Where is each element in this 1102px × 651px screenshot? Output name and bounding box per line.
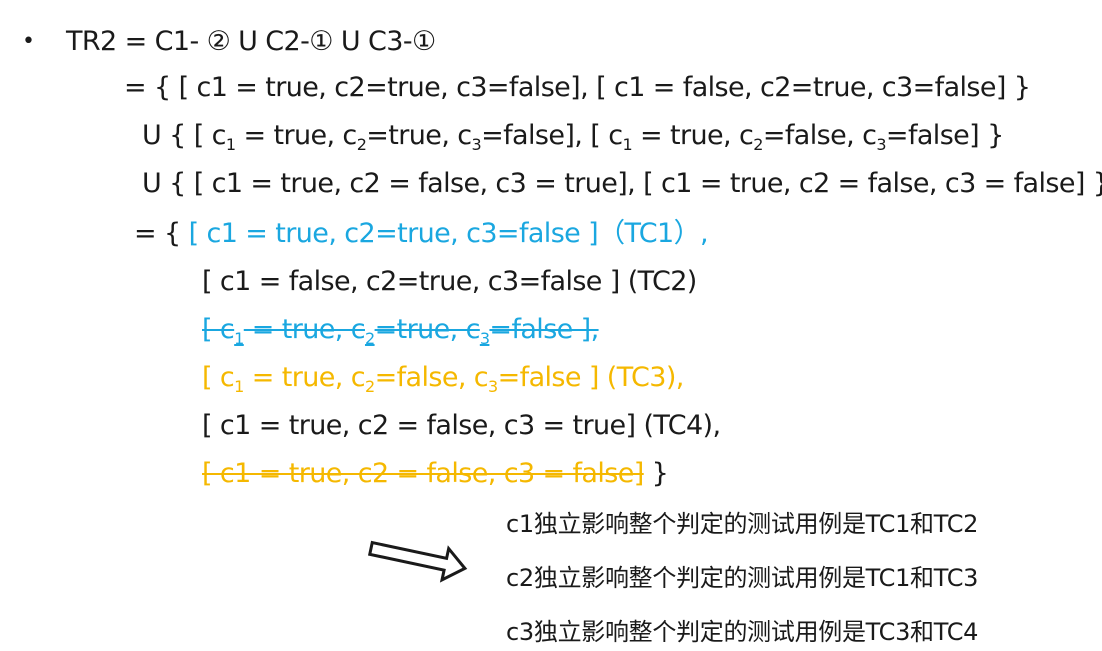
text-segment: U { [ c [142,120,226,151]
subscript: 3 [471,135,482,154]
subscript: 1 [622,135,633,154]
conclusion-c3: c3独立影响整个判定的测试用例是TC3和TC4 [506,618,979,646]
tc2-case: [ c1 = false, c2=true, c3=false ] (TC2) [202,266,697,297]
struck-case: [ c1 = true, c2 = false, c3 = false] [202,458,644,489]
text-segment: = true, c [243,314,366,345]
c3-set-line: U { [ c1 = true, c2 = false, c3 = true],… [142,168,1102,199]
duplicate-case-struck: [ c1 = true, c2=true, c3=false ], [202,312,599,348]
tc3-case: [ c1 = true, c2=false, c3=false ] (TC3), [202,360,684,396]
text-segment: = true, c [243,362,366,393]
text-segment: =false, c [374,362,489,393]
text-segment: = true, c [632,120,754,151]
text-segment: =false] } [885,120,1004,151]
duplicate-case-struck-orange: [ c1 = true, c2 = false, c3 = false] } [202,456,669,492]
text-segment: = true, c [235,120,357,151]
subscript: 2 [356,135,367,154]
conclusion-c1: c1独立影响整个判定的测试用例是TC1和TC2 [506,510,979,538]
right-arrow-icon [367,540,468,583]
subscript: 2 [364,377,375,396]
subscript: 1 [234,377,244,396]
equals-brace: = { [134,218,189,249]
subscript: 3 [479,329,490,348]
text-segment: [ c [202,362,235,393]
bullet-point: • [22,29,35,54]
subscript: 2 [364,329,375,348]
tc1-case: [ c1 = true, c2=true, c3=false ]（TC1）, [188,218,709,249]
text-segment: =true, c [374,314,481,345]
tr2-definition-line: TR2 = C1- ② U C2-① U C3-① [66,26,436,57]
closing-brace: } [643,458,669,489]
subscript: 3 [876,135,886,154]
text-segment: =true, c [366,120,472,151]
tc4-case: [ c1 = true, c2 = false, c3 = true] (TC4… [202,410,721,441]
subscript: 3 [488,377,498,396]
text-segment: =false], [ c [481,120,623,151]
text-segment: =false ] (TC3), [497,362,685,393]
union-result-line: = { [ c1 = true, c2=true, c3=false ]（TC1… [134,216,709,252]
subscript: 2 [753,135,763,154]
conclusion-c2: c2独立影响整个判定的测试用例是TC1和TC3 [506,564,979,592]
text-segment: =false, c [762,120,877,151]
c1-set-line: = { [ c1 = true, c2=true, c3=false], [ c… [124,72,1031,103]
c2-set-line: U { [ c1 = true, c2=true, c3=false], [ c… [142,118,1004,154]
slide: • TR2 = C1- ② U C2-① U C3-① = { [ c1 = t… [0,0,1102,651]
text-segment: [ c [202,314,235,345]
subscript: 1 [234,329,244,348]
text-segment: =false ], [489,314,599,345]
